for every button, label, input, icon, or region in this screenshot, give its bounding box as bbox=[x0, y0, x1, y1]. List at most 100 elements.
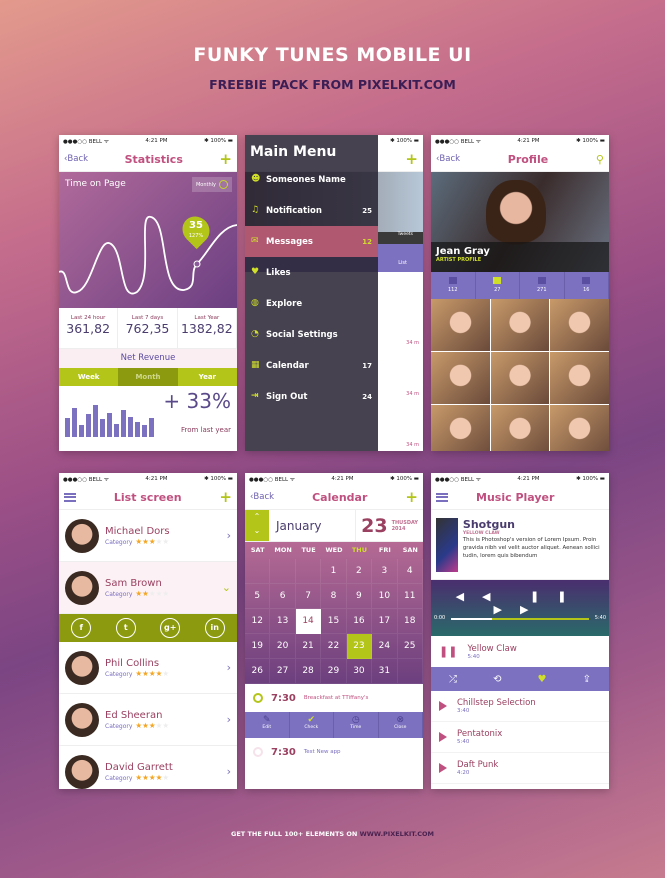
menu-item-likes[interactable]: ♥ Likes bbox=[245, 257, 378, 288]
back-button[interactable]: ‹Back bbox=[436, 154, 460, 164]
play-icon[interactable] bbox=[439, 732, 447, 742]
track-item[interactable]: Pentatonix 5:40 bbox=[431, 722, 609, 753]
repeat-icon[interactable]: ⟲ bbox=[493, 674, 501, 685]
photo-thumb[interactable] bbox=[490, 405, 550, 451]
profile-stat[interactable]: 16 bbox=[565, 272, 609, 299]
menu-item-explore[interactable]: ◍ Explore bbox=[245, 288, 378, 319]
photo-thumb[interactable] bbox=[431, 299, 490, 351]
hamburger-menu-icon[interactable] bbox=[436, 492, 448, 502]
day-cell[interactable]: 23 bbox=[346, 634, 373, 659]
fast-forward-icon[interactable]: ▶▶ bbox=[494, 603, 547, 616]
profile-stat[interactable]: 271 bbox=[520, 272, 565, 299]
day-cell[interactable]: 25 bbox=[397, 634, 423, 659]
day-cell[interactable]: 24 bbox=[372, 634, 398, 659]
share-icon[interactable]: ⇪ bbox=[583, 674, 591, 685]
day-cell[interactable]: 8 bbox=[321, 584, 347, 609]
day-cell[interactable]: 13 bbox=[270, 609, 296, 634]
list-item[interactable]: Phil Collins Category ★★★★★ › bbox=[59, 642, 237, 694]
chevron-right-icon[interactable]: › bbox=[227, 713, 231, 726]
chevron-right-icon[interactable]: › bbox=[227, 529, 231, 542]
day-cell[interactable]: 22 bbox=[321, 634, 347, 659]
day-cell[interactable]: 10 bbox=[372, 584, 398, 609]
action-edit[interactable]: ✎ Edit bbox=[245, 712, 290, 738]
hamburger-menu-icon[interactable] bbox=[64, 492, 76, 502]
day-cell[interactable]: 16 bbox=[346, 609, 373, 634]
list-item[interactable]: Ed Sheeran Category ★★★★★ › bbox=[59, 694, 237, 746]
action-time[interactable]: ◷ Time bbox=[334, 712, 379, 738]
day-cell[interactable]: 11 bbox=[397, 584, 423, 609]
day-cell[interactable]: 3 bbox=[372, 559, 398, 584]
play-icon[interactable] bbox=[439, 763, 447, 773]
action-check[interactable]: ✔ Check bbox=[290, 712, 334, 738]
day-cell[interactable]: 15 bbox=[321, 609, 347, 634]
photo-thumb[interactable] bbox=[431, 405, 490, 451]
next-month-button[interactable]: ⌄ bbox=[245, 524, 269, 538]
profile-stat[interactable]: 27 bbox=[476, 272, 520, 299]
list-item[interactable]: Michael Dors Category ★★★★★ › bbox=[59, 510, 237, 562]
day-cell[interactable]: 18 bbox=[397, 609, 423, 634]
rewind-icon[interactable]: ◀◀ bbox=[456, 590, 509, 603]
day-cell[interactable]: 29 bbox=[321, 659, 347, 684]
back-button[interactable]: ‹Back bbox=[64, 154, 88, 164]
track-item[interactable]: Daft Punk 4:20 bbox=[431, 753, 609, 784]
day-cell[interactable]: 6 bbox=[270, 584, 296, 609]
list-item[interactable]: Sam Brown Category ★★★★★ ⌄ bbox=[59, 562, 237, 614]
day-cell[interactable]: 9 bbox=[346, 584, 373, 609]
photo-thumb[interactable] bbox=[490, 352, 550, 404]
now-playing[interactable]: ❚❚ Yellow Claw 5:40 bbox=[431, 636, 609, 667]
menu-item-someones-name[interactable]: ☻ Someones Name bbox=[245, 164, 378, 195]
progress-slider[interactable] bbox=[451, 618, 589, 620]
profile-stat[interactable]: 112 bbox=[431, 272, 476, 299]
linkedin-icon[interactable]: in bbox=[204, 618, 225, 638]
chevron-down-icon[interactable]: ⌄ bbox=[222, 581, 231, 594]
twitter-icon[interactable]: t bbox=[115, 618, 136, 638]
day-cell[interactable]: 12 bbox=[245, 609, 271, 634]
day-cell[interactable]: 14 bbox=[295, 609, 322, 634]
add-button[interactable]: + bbox=[405, 151, 418, 167]
add-button[interactable]: + bbox=[219, 151, 232, 167]
day-cell[interactable]: 7 bbox=[295, 584, 322, 609]
day-cell[interactable]: 5 bbox=[245, 584, 271, 609]
day-cell[interactable]: 17 bbox=[372, 609, 398, 634]
day-cell[interactable]: 31 bbox=[372, 659, 398, 684]
tab-week[interactable]: Week bbox=[59, 368, 119, 386]
photo-thumb[interactable] bbox=[550, 299, 609, 351]
photo-thumb[interactable] bbox=[550, 405, 609, 451]
photo-thumb[interactable] bbox=[490, 299, 550, 351]
day-cell[interactable]: 27 bbox=[270, 659, 296, 684]
prev-month-button[interactable]: ⌃ bbox=[245, 510, 269, 524]
menu-item-calendar[interactable]: ▦ Calendar 17 bbox=[245, 350, 378, 381]
add-button[interactable]: + bbox=[219, 489, 232, 505]
day-cell[interactable]: 2 bbox=[346, 559, 373, 584]
tab-year[interactable]: Year bbox=[177, 368, 237, 386]
list-item[interactable]: David Garrett Category ★★★★★ › bbox=[59, 746, 237, 789]
menu-item-messages[interactable]: ✉ Messages 12 bbox=[245, 226, 378, 257]
google-plus-icon[interactable]: g+ bbox=[160, 618, 181, 638]
event-item[interactable]: 7:30 Test New app bbox=[245, 738, 423, 766]
event-item[interactable]: 7:30 Breackfast at TTiffany's bbox=[245, 684, 423, 712]
menu-item-sign-out[interactable]: ⇥ Sign Out 24 bbox=[245, 381, 378, 412]
photo-thumb[interactable] bbox=[431, 352, 490, 404]
chevron-right-icon[interactable]: › bbox=[227, 765, 231, 778]
track-item[interactable]: Chillstep Selection 3:40 bbox=[431, 691, 609, 722]
action-close[interactable]: ⊗ Close bbox=[379, 712, 423, 738]
photo-thumb[interactable] bbox=[550, 352, 609, 404]
pause-icon[interactable]: ❚❚ bbox=[530, 590, 584, 603]
menu-item-notification[interactable]: ♫ Notification 25 bbox=[245, 195, 378, 226]
shuffle-icon[interactable]: ⤮ bbox=[449, 674, 457, 685]
heart-icon[interactable]: ♥ bbox=[538, 674, 547, 685]
facebook-icon[interactable]: f bbox=[71, 618, 92, 638]
day-cell[interactable]: 21 bbox=[295, 634, 322, 659]
back-button[interactable]: ‹Back bbox=[250, 492, 274, 502]
chevron-right-icon[interactable]: › bbox=[227, 661, 231, 674]
play-icon[interactable] bbox=[439, 701, 447, 711]
add-button[interactable]: + bbox=[405, 489, 418, 505]
footer-link[interactable]: WWW.PIXELKIT.COM bbox=[360, 830, 434, 838]
day-cell[interactable]: 19 bbox=[245, 634, 271, 659]
day-cell[interactable]: 20 bbox=[270, 634, 296, 659]
search-icon[interactable]: ⚲ bbox=[596, 153, 604, 166]
day-cell[interactable]: 28 bbox=[295, 659, 322, 684]
day-cell[interactable]: 26 bbox=[245, 659, 271, 684]
day-cell[interactable]: 1 bbox=[321, 559, 347, 584]
tab-month[interactable]: Month bbox=[118, 368, 178, 386]
